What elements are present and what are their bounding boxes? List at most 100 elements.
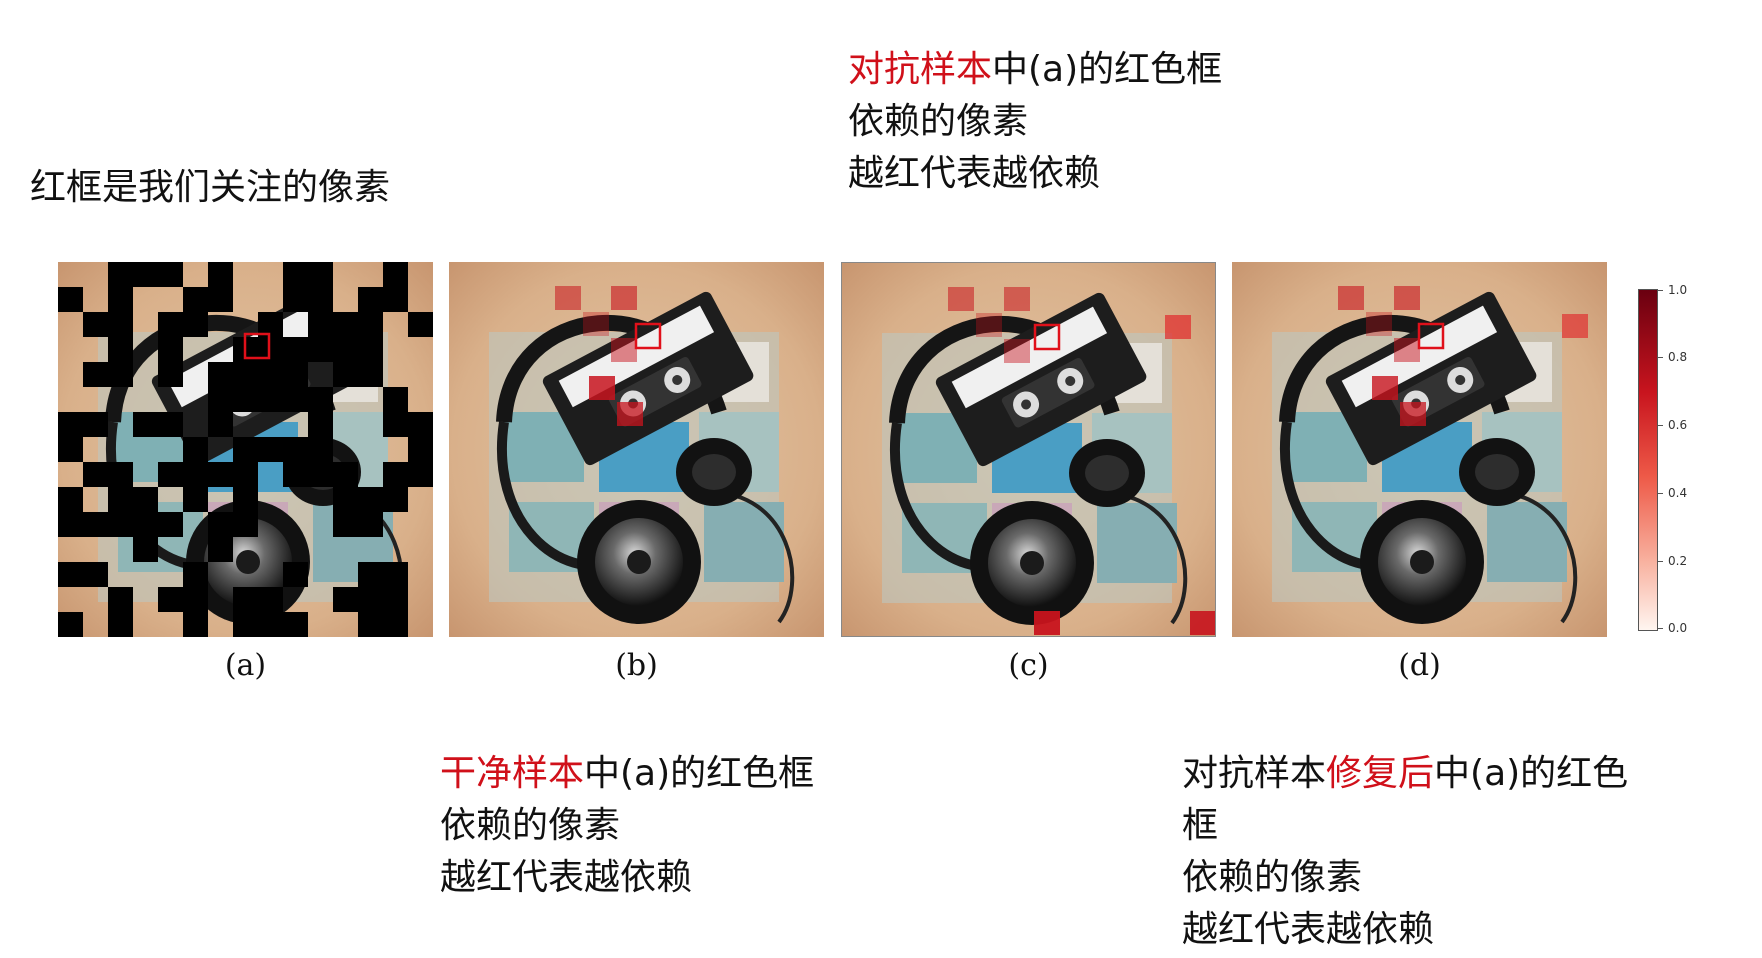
mask-block (83, 312, 108, 337)
mask-block (58, 612, 83, 637)
heat-cell (555, 286, 581, 310)
mask-block (83, 412, 108, 437)
mask-block (208, 512, 233, 537)
heat-cell (1190, 611, 1215, 635)
mask-block (283, 462, 308, 487)
mask-block (358, 487, 383, 512)
colorbar-tickmark (1657, 628, 1663, 629)
mask-block (358, 337, 383, 362)
panel-c-image (842, 263, 1215, 637)
mask-block (333, 362, 358, 387)
mask-block (358, 587, 383, 612)
mask-block (133, 487, 158, 512)
heat-cell (1034, 611, 1060, 635)
mask-block (183, 612, 208, 637)
caption-a: (a) (224, 648, 267, 683)
mask-block (208, 262, 233, 287)
mask-block (158, 262, 183, 287)
mask-block (108, 312, 133, 337)
mask-block (208, 462, 233, 487)
mask-block (208, 412, 233, 437)
mask-block (83, 562, 108, 587)
mask-block (183, 312, 208, 337)
note-a: 红框是我们关注的像素 (30, 162, 390, 214)
mask-block (233, 387, 258, 412)
colorbar-tick-label: 0.2 (1668, 554, 1688, 568)
mask-block (333, 587, 358, 612)
colorbar-tickmark (1657, 561, 1663, 562)
heat-cell (583, 312, 609, 336)
note-d: 对抗样本修复后中(a)的红色 框 依赖的像素 越红代表越依赖 (1182, 748, 1628, 956)
mask-block (83, 462, 108, 487)
mask-block (83, 362, 108, 387)
mask-block (308, 337, 333, 362)
mask-block (383, 462, 408, 487)
note-b: 干净样本中(a)的红色框 依赖的像素 越红代表越依赖 (440, 748, 814, 904)
panel-c (841, 262, 1216, 637)
note-c-line2: 依赖的像素 (848, 101, 1029, 142)
mask-block (383, 287, 408, 312)
mask-block (383, 612, 408, 637)
mask-block (383, 587, 408, 612)
heat-cell (948, 287, 974, 311)
note-c: 对抗样本中(a)的红色框 依赖的像素 越红代表越依赖 (848, 44, 1222, 200)
colorbar-tick-label: 0.6 (1668, 418, 1688, 432)
mask-block (308, 387, 333, 412)
caption-d: (d) (1398, 648, 1441, 683)
colorbar-tickmark (1657, 357, 1663, 358)
mask-block (183, 587, 208, 612)
caption-c: (c) (1008, 648, 1049, 683)
mask-block (108, 337, 133, 362)
mask-block (308, 462, 333, 487)
caption-b: (b) (615, 648, 658, 683)
colorbar-tick-label: 0.0 (1668, 621, 1688, 635)
mask-block (408, 412, 433, 437)
mask-block (158, 412, 183, 437)
heat-cell (589, 376, 615, 400)
mask-block (208, 387, 233, 412)
mask-block (158, 312, 183, 337)
mask-block (133, 412, 158, 437)
mask-block (358, 562, 383, 587)
heat-cell (976, 313, 1002, 337)
mask-block (283, 387, 308, 412)
mask-block (58, 562, 83, 587)
mask-block (108, 287, 133, 312)
mask-block (358, 312, 383, 337)
heat-cell (617, 402, 643, 426)
mask-block (308, 287, 333, 312)
heat-cell (1400, 402, 1426, 426)
mask-block (283, 437, 308, 462)
mask-block (258, 437, 283, 462)
mask-block (233, 437, 258, 462)
note-b-line2: 依赖的像素 (440, 805, 621, 846)
mask-block (308, 437, 333, 462)
mask-block (283, 337, 308, 362)
mask-block (333, 312, 358, 337)
heat-cell (1338, 286, 1364, 310)
note-b-highlight: 干净样本 (440, 753, 585, 794)
mask-block (183, 562, 208, 587)
mask-block (108, 512, 133, 537)
mask-block (333, 487, 358, 512)
mask-block (408, 312, 433, 337)
mask-block (58, 487, 83, 512)
mask-block (308, 262, 333, 287)
mask-block (133, 537, 158, 562)
heat-cell (1004, 287, 1030, 311)
mask-block (408, 462, 433, 487)
mask-block (283, 612, 308, 637)
mask-block (408, 437, 433, 462)
mask-block (208, 537, 233, 562)
mask-block (383, 262, 408, 287)
colorbar-tick-label: 1.0 (1668, 283, 1688, 297)
heat-cell (1366, 312, 1392, 336)
mask-block (183, 437, 208, 462)
mask-block (208, 362, 233, 387)
panel-a-image (58, 262, 433, 637)
mask-block (108, 612, 133, 637)
mask-block (183, 462, 208, 487)
mask-block (108, 362, 133, 387)
colorbar-tick-label: 0.4 (1668, 486, 1688, 500)
mask-block (158, 362, 183, 387)
